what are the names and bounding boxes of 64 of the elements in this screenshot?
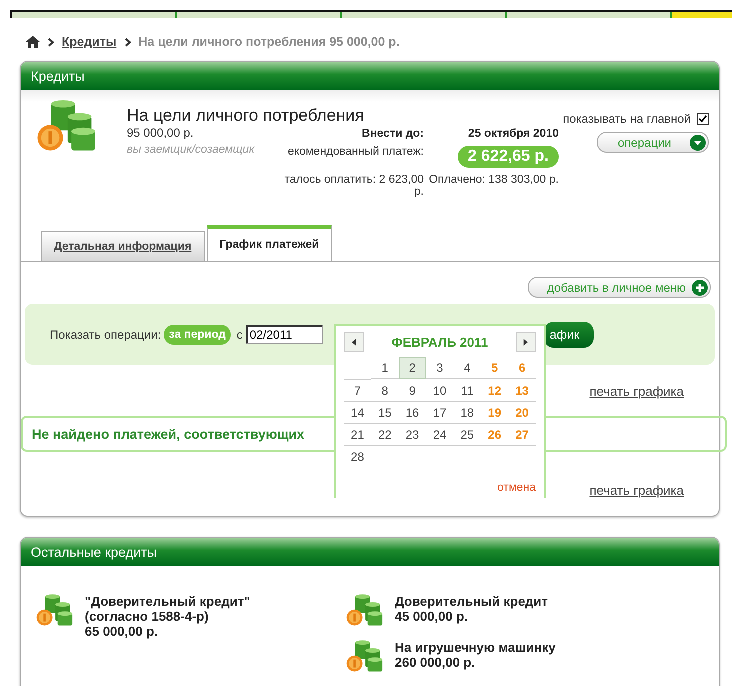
calendar-day[interactable]: 3 — [426, 357, 454, 379]
previous-month-button[interactable] — [344, 332, 364, 352]
calendar-day[interactable]: 15 — [371, 402, 399, 424]
calendar-day[interactable]: 11 — [454, 380, 482, 402]
calendar-day[interactable]: 16 — [398, 402, 426, 424]
calendar-day[interactable]: 17 — [426, 402, 454, 424]
loan-amount: 65 000,00 р. — [85, 624, 159, 639]
chevron-icon — [48, 38, 54, 46]
print-link[interactable]: печать графика — [590, 483, 684, 499]
right-arrow-icon — [523, 338, 528, 346]
loan-amount: 260 000,00 р. — [395, 655, 476, 670]
month-title: ФЕВРАЛЬ 2011 — [392, 334, 488, 350]
calendar-day[interactable]: 25 — [454, 424, 482, 446]
calendar-day[interactable]: 21 — [344, 424, 372, 446]
calendar-day[interactable]: 22 — [371, 424, 399, 446]
calendar-day[interactable]: 8 — [371, 380, 399, 402]
print-link[interactable]: печать графика — [590, 384, 684, 400]
calendar-day[interactable]: 9 — [398, 380, 426, 402]
loan-amount: 95 000,00 р. — [127, 126, 195, 140]
info-value: 25 октября 2010 — [468, 128, 559, 140]
calendar-day[interactable]: 23 — [398, 424, 426, 446]
loan-title: На цели личного потребления — [127, 106, 364, 126]
calendar-day[interactable]: 7 — [344, 380, 372, 402]
home-icon[interactable] — [26, 36, 40, 48]
no-payments-message: Не найдено платежей, соответствующих — [32, 426, 305, 442]
coins-icon — [35, 594, 75, 628]
info-value: Оплачено: 138 303,00 р. — [429, 174, 559, 186]
checkmark-icon — [698, 114, 708, 124]
plus-icon — [692, 280, 708, 296]
calendar-day[interactable]: 24 — [426, 424, 454, 446]
loan-name-link[interactable]: На игрушечную машинку — [395, 640, 615, 655]
left-arrow-icon — [352, 338, 356, 346]
coins-icon — [345, 594, 385, 628]
date-field[interactable]: 02/2011 — [246, 325, 323, 344]
panel-title: Остальные кредиты — [31, 544, 158, 560]
show-schedule-button[interactable]: афик — [544, 322, 594, 348]
tab[interactable]: Детальная информация — [41, 231, 205, 261]
coins-icon — [345, 640, 385, 674]
cancel-link[interactable]: отмена — [498, 482, 536, 494]
dropdown-icon — [690, 134, 706, 150]
calendar-day[interactable]: 14 — [344, 402, 372, 424]
from-label: с — [236, 328, 243, 342]
chevron-icon — [124, 38, 131, 46]
calendar-day[interactable]: 28 — [344, 446, 372, 468]
breadcrumb-current: На цели личного потребления 95 000,00 р. — [138, 35, 400, 49]
info-label: талось оплатить: 2 623,00 р. — [284, 174, 424, 198]
calendar-day[interactable]: 2 — [398, 357, 426, 379]
loan-role: вы заемщик/созаемщик — [127, 144, 256, 156]
calendar-day[interactable]: 10 — [426, 380, 454, 402]
loan-name-link[interactable]: Доверительный кредит — [395, 594, 615, 609]
filter-label: Показать операции: — [50, 328, 162, 342]
checkbox-label: показывать на главной — [563, 112, 691, 126]
loan-amount: 45 000,00 р. — [395, 609, 469, 624]
loan-name-link[interactable]: "Доверительный кредит" (согласно 1588-4-р) — [85, 594, 305, 624]
breadcrumb-link[interactable]: Кредиты — [62, 35, 117, 49]
checkbox[interactable] — [697, 113, 709, 125]
calendar-day[interactable]: 18 — [454, 402, 482, 424]
calendar-day[interactable]: 4 — [454, 357, 482, 379]
info-label: Внести до: — [361, 128, 424, 140]
tab[interactable]: График платежей — [206, 225, 332, 261]
info-label: екомендованный платеж: — [286, 146, 424, 160]
payment-badge: 2 622,65 р. — [458, 146, 559, 168]
next-month-button[interactable] — [516, 332, 536, 352]
panel-title: Кредиты — [31, 68, 85, 84]
